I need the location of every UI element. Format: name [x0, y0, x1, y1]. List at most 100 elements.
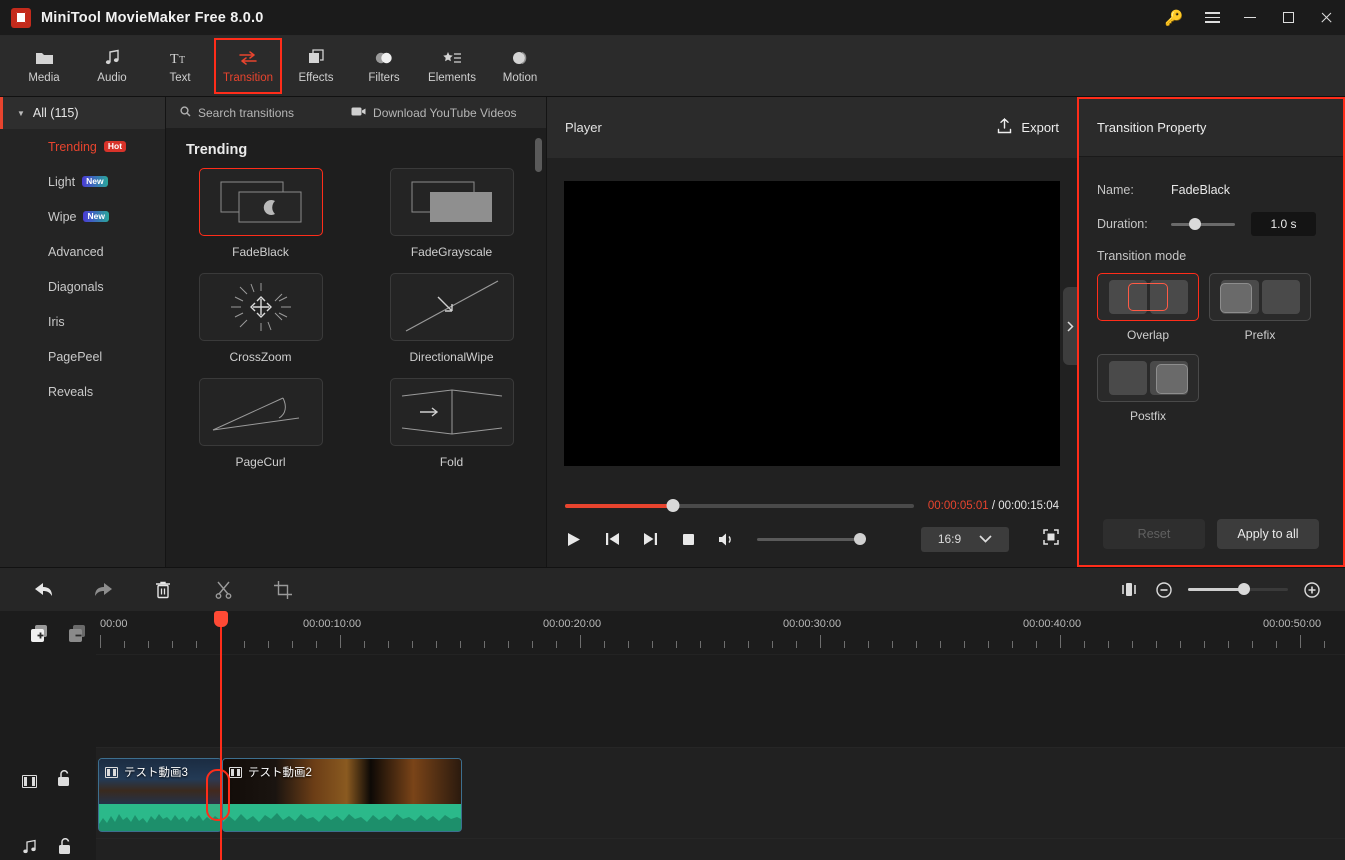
ruler-tick — [1228, 641, 1229, 648]
timeline-zoom-slider[interactable] — [1188, 583, 1288, 595]
sidebar-item-all[interactable]: ▼ All (115) — [0, 97, 165, 129]
previous-frame-button[interactable] — [603, 530, 621, 548]
close-button[interactable] — [1307, 0, 1345, 36]
player-panel: Player Export 00:00:05:01 / 00:00:15:04 … — [547, 97, 1077, 567]
video-preview[interactable] — [564, 181, 1060, 466]
sidebar-item-wipe[interactable]: Wipe New — [0, 199, 165, 234]
ruler-label: 00:00:40:00 — [1023, 618, 1082, 630]
export-button[interactable]: Export — [997, 118, 1059, 137]
fit-to-screen-icon[interactable] — [1118, 579, 1140, 601]
zoom-out-button[interactable] — [1153, 579, 1175, 601]
tab-text[interactable]: TT Text — [146, 38, 214, 94]
minimize-button[interactable] — [1231, 0, 1269, 36]
transition-mode-overlap[interactable]: Overlap — [1097, 273, 1199, 342]
overlap-highlight — [1128, 283, 1168, 311]
search-input[interactable]: Search transitions — [166, 106, 294, 120]
transition-marker[interactable] — [206, 769, 230, 821]
sidebar-item-light[interactable]: Light New — [0, 164, 165, 199]
apply-to-all-button[interactable]: Apply to all — [1217, 519, 1319, 549]
transition-item-crosszoom[interactable]: CrossZoom — [184, 273, 337, 364]
stop-button[interactable] — [679, 530, 697, 548]
transition-item-fold[interactable]: Fold — [375, 378, 528, 469]
menu-icon[interactable] — [1193, 0, 1231, 36]
ruler-tick — [388, 641, 389, 648]
empty-video-lane[interactable] — [96, 655, 1345, 747]
ruler-tick — [1276, 641, 1277, 648]
tab-audio[interactable]: Audio — [78, 38, 146, 94]
remove-track-icon[interactable] — [66, 622, 88, 644]
zoom-handle[interactable] — [1238, 583, 1250, 595]
export-label: Export — [1021, 120, 1059, 135]
timeline-ruler[interactable]: 00:00 00:00:10:00 00:00:20:00 00:00:30:0… — [96, 611, 1345, 655]
aspect-ratio-value: 16:9 — [937, 532, 962, 546]
reset-button[interactable]: Reset — [1103, 519, 1205, 549]
sidebar-item-diagonals[interactable]: Diagonals — [0, 269, 165, 304]
volume-icon[interactable] — [717, 530, 735, 548]
tab-motion[interactable]: Motion — [486, 38, 554, 94]
timeline-clip[interactable]: テスト動画3 — [98, 758, 222, 832]
video-clip-lane[interactable]: テスト動画3 テスト動画2 — [96, 747, 1345, 839]
sidebar-item-trending[interactable]: Trending Hot — [0, 129, 165, 164]
audio-track-lane[interactable] — [96, 839, 1345, 860]
tab-effects[interactable]: Effects — [282, 38, 350, 94]
ruler-tick — [124, 641, 125, 648]
key-icon[interactable]: 🔑 — [1155, 0, 1193, 36]
sidebar-item-iris[interactable]: Iris — [0, 304, 165, 339]
download-youtube-videos-button[interactable]: Download YouTube Videos — [351, 105, 517, 120]
tab-filters[interactable]: Filters — [350, 38, 418, 94]
sidebar-item-reveals[interactable]: Reveals — [0, 374, 165, 409]
split-button[interactable] — [212, 579, 234, 601]
playhead-handle[interactable] — [214, 611, 228, 627]
tab-elements[interactable]: Elements — [418, 38, 486, 94]
volume-slider[interactable] — [757, 532, 866, 545]
timeline-clip[interactable]: テスト動画2 — [222, 758, 462, 832]
duration-input[interactable]: 1.0 s — [1251, 212, 1316, 236]
timeline-zoom-controls — [1118, 579, 1345, 601]
mode-label: Postfix — [1129, 409, 1166, 423]
maximize-button[interactable] — [1269, 0, 1307, 36]
ruler-tick — [916, 641, 917, 648]
transition-item-pagecurl[interactable]: PageCurl — [184, 378, 337, 469]
aspect-ratio-select[interactable]: 16:9 — [921, 526, 1009, 552]
unlock-icon[interactable] — [58, 837, 72, 860]
play-button[interactable] — [565, 530, 583, 548]
delete-button[interactable] — [152, 579, 174, 601]
clip-label: テスト動画2 — [248, 767, 312, 779]
postfix-thumbnail — [1097, 354, 1199, 402]
transition-mode-postfix[interactable]: Postfix — [1097, 354, 1199, 423]
undo-button[interactable] — [32, 579, 54, 601]
fullscreen-button[interactable] — [1043, 528, 1059, 550]
download-label: Download YouTube Videos — [373, 105, 517, 120]
ruler-tick — [196, 641, 197, 648]
time-separator: / — [988, 500, 999, 512]
duration-handle[interactable] — [1189, 217, 1202, 230]
mode-label: Prefix — [1244, 328, 1276, 342]
unlock-icon[interactable] — [57, 769, 71, 792]
zoom-in-button[interactable] — [1301, 579, 1323, 601]
crop-button[interactable] — [272, 579, 294, 601]
redo-button[interactable] — [92, 579, 114, 601]
transition-mode-prefix[interactable]: Prefix — [1209, 273, 1311, 342]
timeline-tracks[interactable]: 00:00 00:00:10:00 00:00:20:00 00:00:30:0… — [96, 611, 1345, 860]
seek-handle[interactable] — [666, 499, 680, 512]
seek-bar[interactable] — [565, 499, 914, 512]
next-frame-button[interactable] — [641, 530, 659, 548]
transition-item-directionalwipe[interactable]: DirectionalWipe — [375, 273, 528, 364]
playhead[interactable] — [214, 611, 228, 860]
add-track-icon[interactable] — [28, 622, 50, 644]
transition-item-fadeblack[interactable]: FadeBlack — [184, 168, 337, 259]
transitions-scrollbar[interactable] — [535, 138, 542, 172]
tab-label: Motion — [502, 72, 538, 84]
panel-collapse-handle[interactable] — [1063, 287, 1077, 365]
ruler-tick — [148, 641, 149, 648]
ruler-tick — [436, 641, 437, 648]
tab-transition[interactable]: Transition — [214, 38, 282, 94]
search-placeholder: Search transitions — [198, 105, 295, 120]
tab-media[interactable]: Media — [10, 38, 78, 94]
transition-item-fadegrayscale[interactable]: FadeGrayscale — [375, 168, 528, 259]
volume-handle[interactable] — [854, 532, 866, 545]
sidebar-item-advanced[interactable]: Advanced — [0, 234, 165, 269]
duration-slider[interactable] — [1171, 217, 1235, 230]
ruler-tick — [316, 641, 317, 648]
sidebar-item-pagepeel[interactable]: PagePeel — [0, 339, 165, 374]
